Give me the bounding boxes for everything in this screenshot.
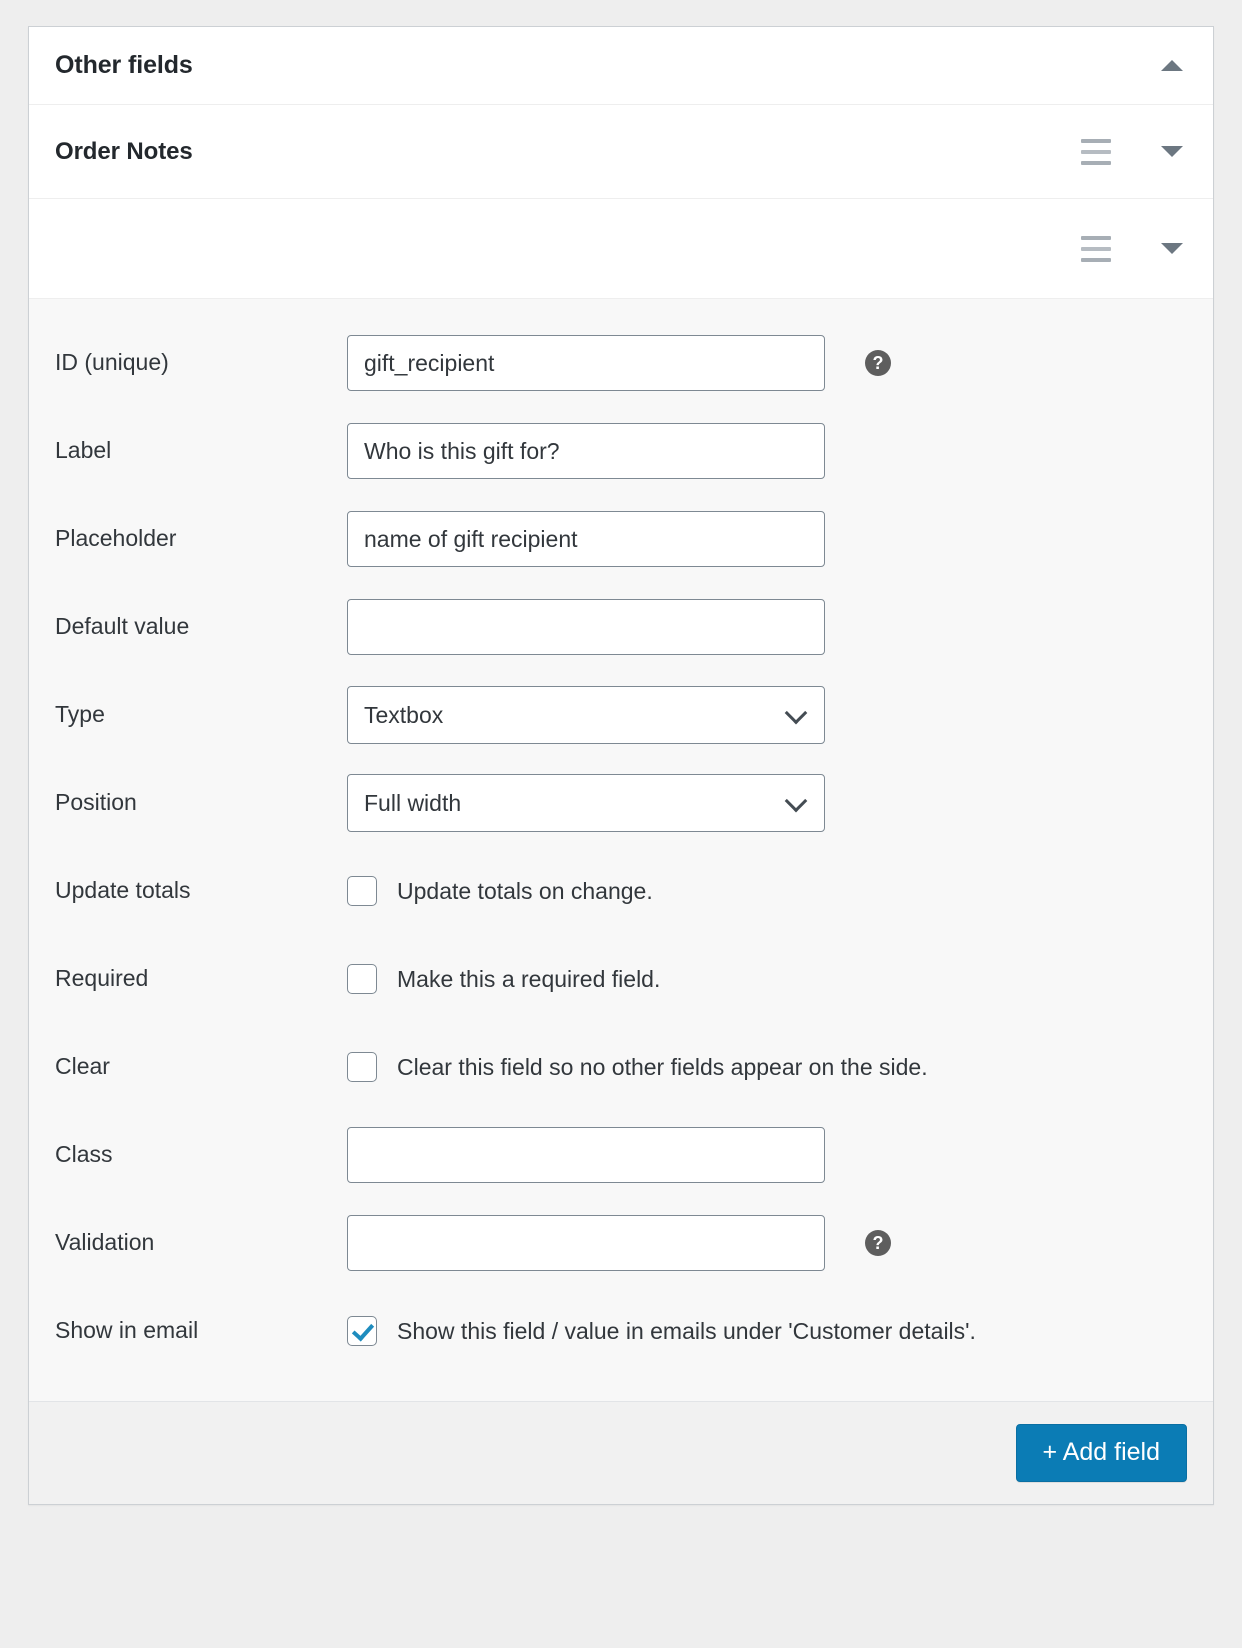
default-value-input[interactable] <box>347 599 825 655</box>
field-wrap-class <box>347 1127 825 1183</box>
class-input[interactable] <box>347 1127 825 1183</box>
triangle-down-icon[interactable] <box>1161 146 1183 157</box>
show-in-email-checkbox[interactable] <box>347 1316 377 1346</box>
required-checkbox[interactable] <box>347 964 377 994</box>
subgroup-header <box>29 199 1213 299</box>
field-wrap-type: Textbox <box>347 686 825 744</box>
type-select[interactable]: Textbox <box>347 686 825 744</box>
form-row-class: Class <box>55 1125 1187 1185</box>
subgroup-header-actions <box>1081 236 1189 262</box>
checkbox-line-required: Make this a required field. <box>347 964 660 994</box>
hamburger-drag-handle-icon[interactable] <box>1081 139 1117 165</box>
group-title: Order Notes <box>55 138 193 166</box>
position-select-value: Full width <box>364 790 461 817</box>
form-label-validation: Validation <box>55 1229 347 1257</box>
group-header-order-notes: Order Notes <box>29 105 1213 199</box>
form-label-label: Label <box>55 437 347 465</box>
triangle-down-icon[interactable] <box>1161 243 1183 254</box>
drag-handle-bar <box>1081 139 1111 143</box>
clear-checkbox[interactable] <box>347 1052 377 1082</box>
update-totals-checkbox-label: Update totals on change. <box>397 878 653 905</box>
page-root: Other fields Order Notes <box>0 0 1242 1505</box>
form-row-id: ID (unique) ? <box>55 333 1187 393</box>
form-row-show-in-email: Show in email Show this field / value in… <box>55 1301 1187 1361</box>
field-wrap-validation: ? <box>347 1215 891 1271</box>
form-row-validation: Validation ? <box>55 1213 1187 1273</box>
panel-header-other-fields: Other fields <box>29 27 1213 105</box>
help-icon[interactable]: ? <box>865 350 891 376</box>
form-row-position: Position Full width <box>55 773 1187 833</box>
form-label-default-value: Default value <box>55 613 347 641</box>
form-row-required: Required Make this a required field. <box>55 949 1187 1009</box>
update-totals-checkbox[interactable] <box>347 876 377 906</box>
form-row-label: Label <box>55 421 1187 481</box>
drag-handle-bar <box>1081 236 1111 240</box>
field-wrap-placeholder <box>347 511 825 567</box>
form-label-show-in-email: Show in email <box>55 1317 347 1345</box>
chevron-down-icon <box>785 790 808 813</box>
other-fields-panel: Other fields Order Notes <box>28 26 1214 1505</box>
show-in-email-checkbox-label: Show this field / value in emails under … <box>397 1318 976 1345</box>
id-input[interactable] <box>347 335 825 391</box>
group-header-actions <box>1081 139 1189 165</box>
form-label-position: Position <box>55 789 347 817</box>
field-settings-form: ID (unique) ? Label Placeholder De <box>29 299 1213 1402</box>
field-wrap-label <box>347 423 825 479</box>
drag-handle-bar <box>1081 247 1111 251</box>
add-field-button[interactable]: + Add field <box>1016 1424 1187 1482</box>
type-select-value: Textbox <box>364 702 443 729</box>
field-wrap-id: ? <box>347 335 891 391</box>
field-wrap-default-value <box>347 599 825 655</box>
form-label-update-totals: Update totals <box>55 877 347 905</box>
checkbox-line-show-in-email: Show this field / value in emails under … <box>347 1316 976 1346</box>
form-label-clear: Clear <box>55 1053 347 1081</box>
triangle-up-icon[interactable] <box>1161 60 1183 71</box>
form-label-class: Class <box>55 1141 347 1169</box>
chevron-down-icon <box>785 702 808 725</box>
drag-handle-bar <box>1081 161 1111 165</box>
page-title: Other fields <box>55 51 193 80</box>
help-icon[interactable]: ? <box>865 1230 891 1256</box>
position-select[interactable]: Full width <box>347 774 825 832</box>
form-label-id: ID (unique) <box>55 349 347 377</box>
form-row-clear: Clear Clear this field so no other field… <box>55 1037 1187 1097</box>
form-row-placeholder: Placeholder <box>55 509 1187 569</box>
validation-input[interactable] <box>347 1215 825 1271</box>
form-row-type: Type Textbox <box>55 685 1187 745</box>
placeholder-input[interactable] <box>347 511 825 567</box>
form-label-required: Required <box>55 965 347 993</box>
form-label-placeholder: Placeholder <box>55 525 347 553</box>
field-wrap-position: Full width <box>347 774 825 832</box>
required-checkbox-label: Make this a required field. <box>397 966 660 993</box>
label-input[interactable] <box>347 423 825 479</box>
panel-footer: + Add field <box>29 1402 1213 1504</box>
drag-handle-bar <box>1081 258 1111 262</box>
form-label-type: Type <box>55 701 347 729</box>
clear-checkbox-label: Clear this field so no other fields appe… <box>397 1054 928 1081</box>
form-row-update-totals: Update totals Update totals on change. <box>55 861 1187 921</box>
drag-handle-bar <box>1081 150 1111 154</box>
checkbox-line-clear: Clear this field so no other fields appe… <box>347 1052 928 1082</box>
form-row-default-value: Default value <box>55 597 1187 657</box>
checkbox-line-update-totals: Update totals on change. <box>347 876 653 906</box>
hamburger-drag-handle-icon[interactable] <box>1081 236 1117 262</box>
